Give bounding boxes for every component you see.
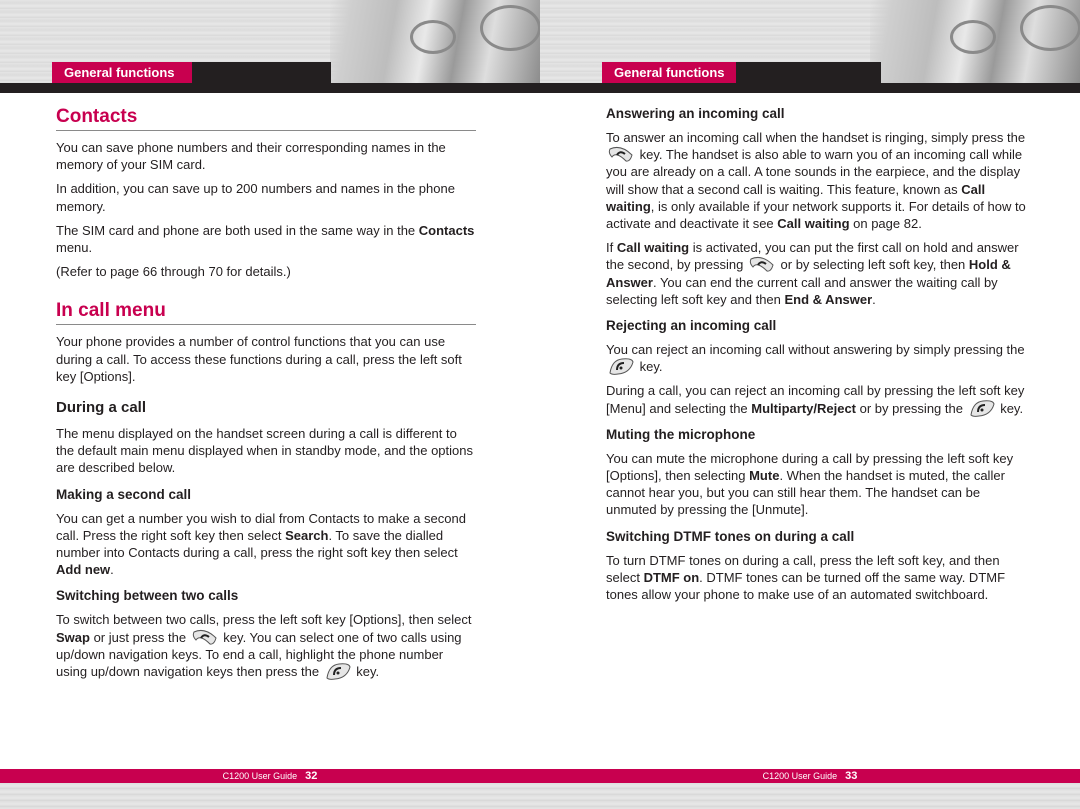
left-content: Contacts You can save phone numbers and … <box>56 104 476 687</box>
contacts-p3: The SIM card and phone are both used in … <box>56 222 475 256</box>
in-call-menu-title: In call menu <box>56 298 476 326</box>
contacts-p2: In addition, you can save up to 200 numb… <box>56 181 455 214</box>
during-call-title: During a call <box>56 399 147 417</box>
during-call-p1: The menu displayed on the handset screen… <box>56 426 473 476</box>
dtmf-title: Switching DTMF tones on during a call <box>606 528 855 544</box>
section-tab: General functions <box>52 62 192 84</box>
send-key-icon <box>749 257 774 273</box>
send-key-icon <box>608 147 633 162</box>
making-second-call-p1: You can get a number you wish to dial fr… <box>56 510 466 578</box>
making-second-call-title: Making a second call <box>56 486 192 502</box>
footer-bar: C1200 User Guide 32 <box>0 769 540 783</box>
section-tab: General functions <box>602 62 736 84</box>
answering-p2: If Call waiting is activated, you can pu… <box>606 240 1019 307</box>
contacts-title: Contacts <box>56 104 476 131</box>
rejecting-p1: You can reject an incoming call without … <box>606 342 1025 376</box>
end-key-icon <box>326 663 351 680</box>
right-content: Answering an incoming call To answer an … <box>606 104 1026 610</box>
switching-calls-p1: To switch between two calls, press the l… <box>56 612 472 680</box>
footer-background <box>0 783 540 809</box>
phone-illustration <box>870 0 1080 84</box>
rejecting-title: Rejecting an incoming call <box>606 318 777 334</box>
footer-bar: C1200 User Guide 33 <box>540 769 1080 783</box>
footer-guide: C1200 User Guide <box>762 771 838 781</box>
answering-title: Answering an incoming call <box>606 106 785 121</box>
right-page: General functions Answering an incoming … <box>540 0 1080 809</box>
dtmf-p1: To turn DTMF tones on during a call, pre… <box>606 552 1006 603</box>
header-bar <box>0 83 540 93</box>
footer-background <box>540 783 1080 809</box>
page-number: 33 <box>845 770 858 782</box>
contacts-p1: You can save phone numbers and their cor… <box>56 140 446 173</box>
switching-calls-title: Switching between two calls <box>56 588 239 604</box>
page-number: 32 <box>305 770 318 782</box>
contacts-p4: (Refer to page 66 through 70 for details… <box>56 264 291 280</box>
send-key-icon <box>192 629 217 645</box>
muting-title: Muting the microphone <box>606 426 756 442</box>
answering-p1: To answer an incoming call when the hand… <box>606 130 1026 232</box>
footer-guide: C1200 User Guide <box>222 771 298 781</box>
in-call-menu-p1: Your phone provides a number of control … <box>56 334 462 384</box>
end-key-icon <box>609 358 634 376</box>
muting-p1: You can mute the microphone during a cal… <box>606 450 1014 518</box>
phone-illustration <box>330 0 541 84</box>
rejecting-p2: During a call, you can reject an incomin… <box>606 383 1025 417</box>
left-page: General functions Contacts You can save … <box>0 0 541 809</box>
end-key-icon <box>970 400 995 417</box>
header-bar <box>540 83 1080 93</box>
